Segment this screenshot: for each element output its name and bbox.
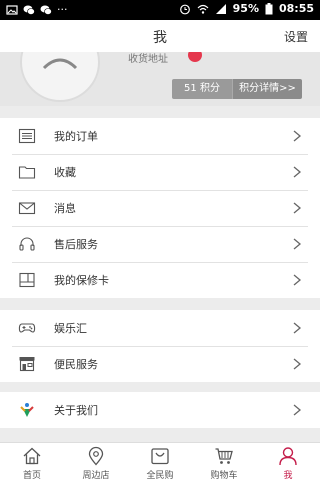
bottom-tab-bar: 首页 周边店 全民购 购物车 我 <box>0 442 320 480</box>
menu-item-after-sales[interactable]: 售后服务 <box>0 226 320 262</box>
profile-banner: 收货地址 51 积分 积分详情>> <box>0 52 320 106</box>
more-notifications-icon: ··· <box>57 3 68 16</box>
clock: 08:55 <box>278 2 314 15</box>
tab-me[interactable]: 我 <box>256 443 320 480</box>
menu-item-my-orders[interactable]: 我的订单 <box>0 118 320 154</box>
chevron-right-icon <box>293 238 302 250</box>
chevron-right-icon <box>293 130 302 142</box>
avatar-face-icon <box>42 58 78 70</box>
menu-item-label: 关于我们 <box>54 404 98 417</box>
shopping-bag-icon <box>151 448 169 465</box>
storefront-icon <box>19 357 35 372</box>
menu-item-convenience-services[interactable]: 便民服务 <box>0 346 320 382</box>
menu-group-services: 娱乐汇 便民服务 <box>0 310 320 382</box>
chevron-right-icon <box>293 202 302 214</box>
menu-item-about-us[interactable]: 关于我们 <box>0 392 320 428</box>
chevron-right-icon <box>293 166 302 178</box>
chevron-right-icon <box>293 322 302 334</box>
menu-item-label: 收藏 <box>54 166 76 179</box>
wechat-icon <box>23 5 35 15</box>
menu-item-messages[interactable]: 消息 <box>0 190 320 226</box>
battery-icon <box>265 2 273 14</box>
headset-icon <box>19 237 35 251</box>
status-bar: ··· 95% 08:55 <box>0 0 320 20</box>
tab-label: 首页 <box>22 471 41 480</box>
points-value: 51 积分 <box>172 79 232 99</box>
menu-item-label: 我的订单 <box>54 130 98 143</box>
cart-icon <box>215 448 233 464</box>
about-icon <box>20 403 34 417</box>
menu-group-account: 我的订单 收藏 消息 售后服务 我的保修卡 <box>0 118 320 298</box>
menu-group-about: 关于我们 <box>0 392 320 428</box>
avatar[interactable] <box>20 52 100 102</box>
battery-percent: 95% <box>232 2 259 15</box>
menu-item-entertainment[interactable]: 娱乐汇 <box>0 310 320 346</box>
tab-label: 周边店 <box>82 471 110 480</box>
tab-label: 全民购 <box>146 471 174 480</box>
wechat-icon-2 <box>40 5 52 15</box>
address-badge <box>188 52 202 62</box>
page-title: 我 <box>153 30 167 46</box>
wifi-icon <box>197 4 209 14</box>
status-system: 95% 08:55 <box>179 2 314 15</box>
top-bar: 我 设置 <box>0 20 320 52</box>
tab-cart[interactable]: 购物车 <box>192 443 256 480</box>
tab-label: 我 <box>283 471 293 480</box>
gamepad-icon <box>18 323 36 333</box>
folder-icon <box>18 166 36 179</box>
points-detail-button[interactable]: 积分详情>> <box>232 79 302 99</box>
menu-item-label: 售后服务 <box>54 238 98 251</box>
tab-home[interactable]: 首页 <box>0 443 64 480</box>
points-bar: 51 积分 积分详情>> <box>172 79 302 99</box>
alarm-icon <box>179 4 190 14</box>
envelope-icon <box>18 202 36 215</box>
tab-nearby-stores[interactable]: 周边店 <box>64 443 128 480</box>
chevron-right-icon <box>293 404 302 416</box>
tab-label: 购物车 <box>210 471 238 480</box>
menu-item-label: 消息 <box>54 202 76 215</box>
tab-group-buy[interactable]: 全民购 <box>128 443 192 480</box>
status-notifications: ··· <box>6 3 68 16</box>
signal-icon <box>215 3 226 14</box>
menu-item-warranty-card[interactable]: 我的保修卡 <box>0 262 320 298</box>
shipping-address-link[interactable]: 收货地址 <box>128 52 168 65</box>
order-list-icon <box>18 128 36 144</box>
warranty-card-icon <box>19 272 35 288</box>
menu-item-favorites[interactable]: 收藏 <box>0 154 320 190</box>
chevron-right-icon <box>293 274 302 286</box>
location-pin-icon <box>88 446 104 466</box>
user-icon <box>279 447 297 466</box>
settings-button[interactable]: 设置 <box>284 28 308 45</box>
menu-item-label: 我的保修卡 <box>54 274 109 287</box>
chevron-right-icon <box>293 358 302 370</box>
menu-item-label: 便民服务 <box>54 358 98 371</box>
home-icon <box>23 447 41 465</box>
menu-item-label: 娱乐汇 <box>54 322 87 335</box>
image-notification-icon <box>6 4 18 15</box>
